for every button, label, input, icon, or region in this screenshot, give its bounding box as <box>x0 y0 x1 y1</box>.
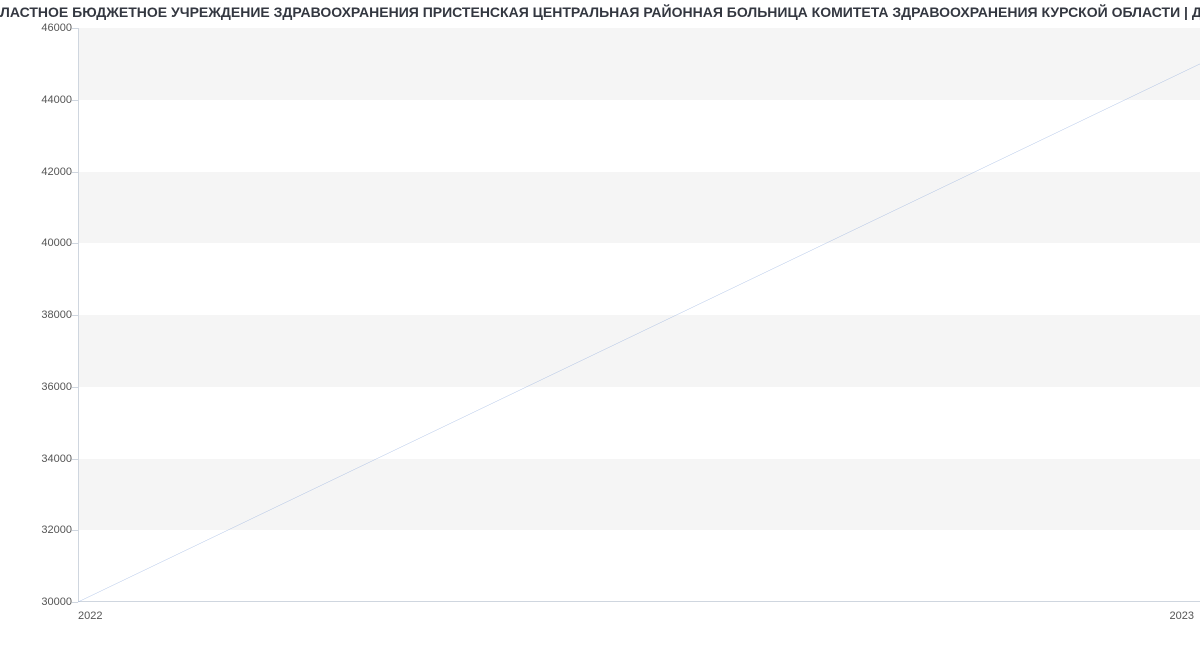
y-tick-label: 46000 <box>12 22 72 34</box>
y-tick-label: 40000 <box>12 237 72 249</box>
x-tick-label: 2023 <box>1170 610 1194 622</box>
y-tick-label: 30000 <box>12 596 72 608</box>
y-tick-label: 36000 <box>12 381 72 393</box>
chart-container: 30000 32000 34000 36000 38000 40000 4200… <box>0 28 1200 630</box>
y-tick-label: 32000 <box>12 524 72 536</box>
y-tick-label: 34000 <box>12 453 72 465</box>
y-tick-label: 44000 <box>12 94 72 106</box>
y-tick-label: 38000 <box>12 309 72 321</box>
x-tick-label: 2022 <box>78 610 102 622</box>
y-tick-mark <box>72 602 78 603</box>
plot-area <box>78 28 1200 602</box>
y-tick-label: 42000 <box>12 166 72 178</box>
chart-title: ЛАСТНОЕ БЮДЖЕТНОЕ УЧРЕЖДЕНИЕ ЗДРАВООХРАН… <box>0 0 1200 20</box>
line-series <box>78 28 1200 602</box>
